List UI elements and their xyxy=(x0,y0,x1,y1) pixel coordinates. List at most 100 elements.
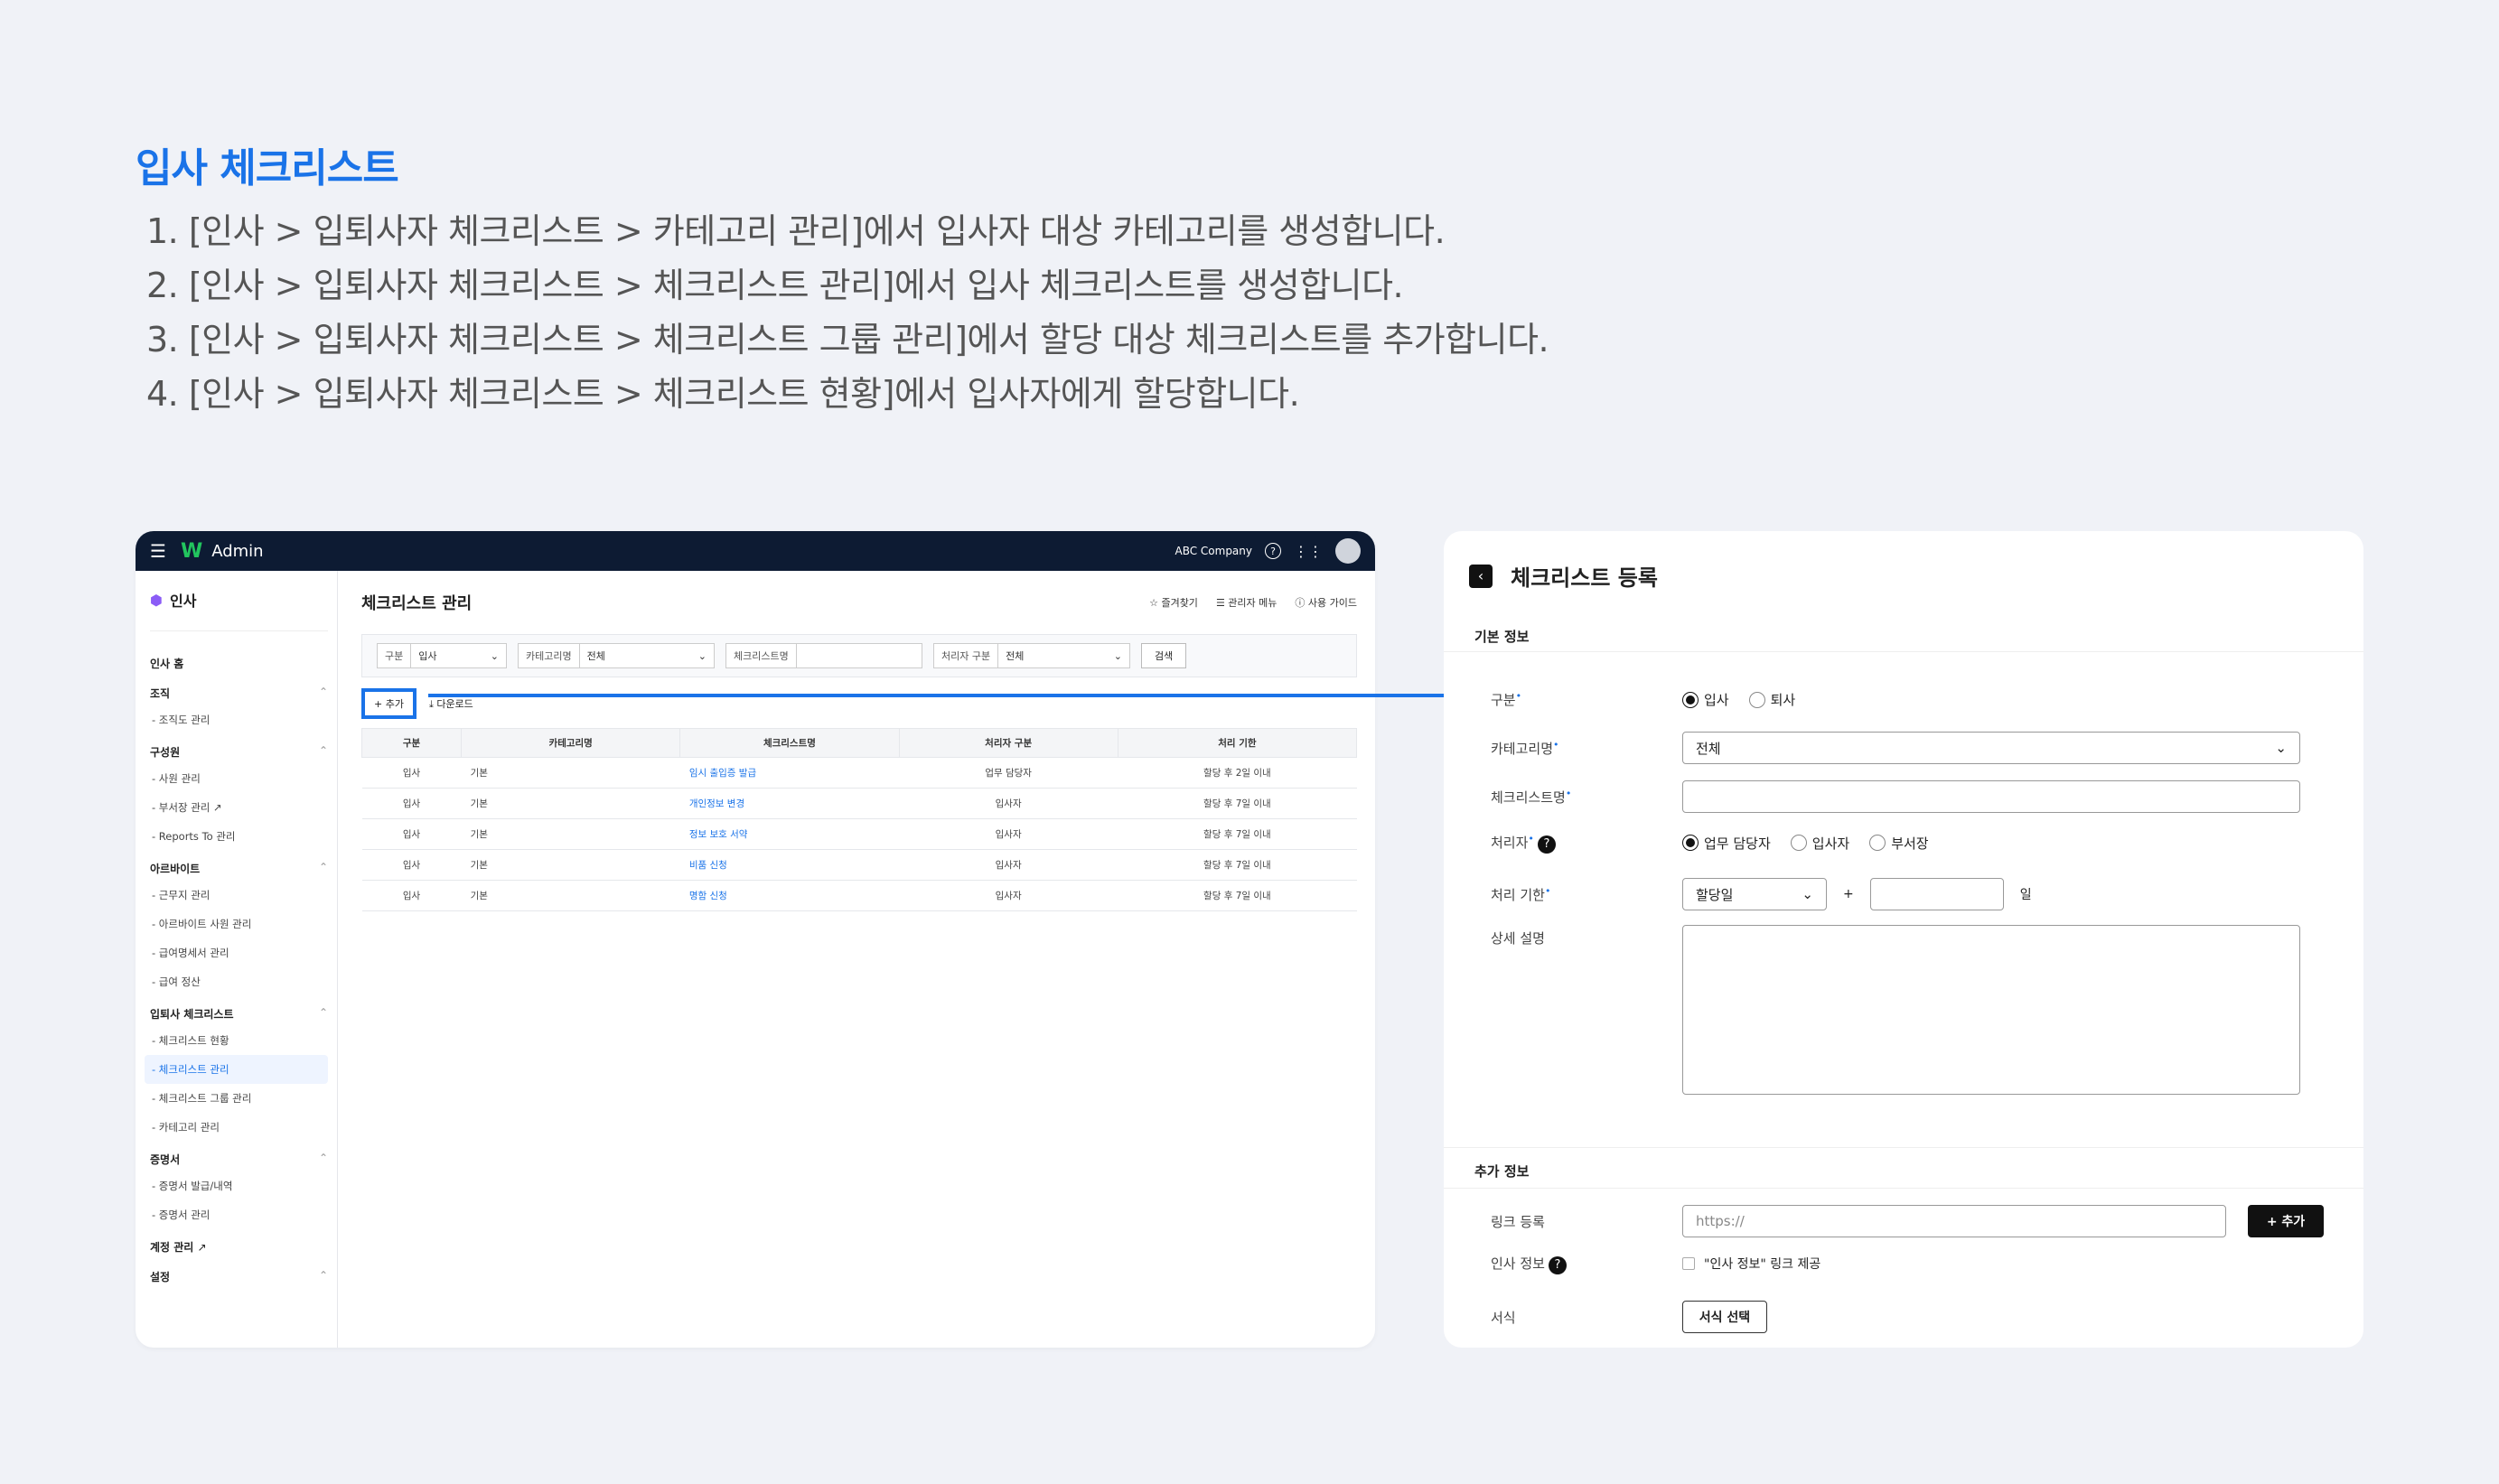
sidebar-brand-label: 인사 xyxy=(169,593,197,610)
page-title: 체크리스트 관리 xyxy=(361,594,473,613)
checklist-name-filter[interactable]: 체크리스트명 xyxy=(725,643,922,668)
download-button[interactable]: ⤓ 다운로드 xyxy=(429,696,473,711)
sidebar-item[interactable]: - 증명서 관리 xyxy=(150,1200,328,1229)
table-row[interactable]: 입사 기본 개인정보 변경 입사자 할당 후 7일 이내 xyxy=(361,788,1357,819)
checklist-link[interactable]: 명함 신청 xyxy=(679,880,900,911)
day-unit: 일 xyxy=(2019,888,2032,902)
help-icon[interactable]: ? xyxy=(1265,543,1281,559)
sidebar-item[interactable]: - Reports To 관리 xyxy=(150,822,328,851)
sidebar-item[interactable]: - 아르바이트 사원 관리 xyxy=(150,910,328,938)
checklist-link[interactable]: 정보 보호 서약 xyxy=(679,818,900,850)
back-icon[interactable]: ‹ xyxy=(1469,564,1493,588)
sidebar-item[interactable]: - 체크리스트 그룹 관리 xyxy=(150,1084,328,1113)
sidebar-group-parttime[interactable]: 아르바이트 ⌃ xyxy=(150,856,328,881)
type-radio-join[interactable]: 입사 xyxy=(1682,690,1729,709)
guide-step: 4. [인사 > 입퇴사자 체크리스트 > 체크리스트 현황]에서 입사자에게 … xyxy=(146,374,1300,414)
name-row: 체크리스트명• xyxy=(1491,780,2300,813)
handler-radio-staff[interactable]: 업무 담당자 xyxy=(1682,834,1771,853)
chevron-down-icon: ⌄ xyxy=(697,649,707,662)
table-row[interactable]: 입사 기본 비품 신청 입사자 할당 후 7일 이내 xyxy=(361,849,1357,881)
sidebar-item-home[interactable]: 인사 홈 xyxy=(150,651,328,676)
hr-info-row: 인사 정보? "인사 정보" 링크 제공 xyxy=(1491,1254,1820,1274)
avatar[interactable] xyxy=(1335,538,1361,564)
column-header: 구분 xyxy=(360,728,463,758)
sidebar-item[interactable]: - 부서장 관리 ↗ xyxy=(150,793,328,822)
category-select[interactable]: 전체 ⌄ xyxy=(1682,732,2300,764)
sidebar-group-members[interactable]: 구성원 ⌃ xyxy=(150,740,328,764)
guide-block: 입사 체크리스트 1. [인사 > 입퇴사자 체크리스트 > 카테고리 관리]에… xyxy=(136,135,1549,421)
add-button[interactable]: + 추가 xyxy=(361,688,416,719)
handler-radio-manager[interactable]: 부서장 xyxy=(1869,834,1929,853)
column-header: 처리자 구분 xyxy=(898,728,1118,758)
main-content: 체크리스트 관리 ☆ 즐겨찾기 ☰ 관리자 메뉴 ⓘ 사용 가이드 구분 입사 ⌄… xyxy=(338,571,1375,1348)
sidebar-brand[interactable]: ⬢ 인사 xyxy=(150,589,328,631)
logo-icon: W xyxy=(180,539,203,563)
company-name[interactable]: ABC Company xyxy=(1175,545,1252,557)
table-row[interactable]: 입사 기본 임시 출입증 발급 업무 담당자 할당 후 2일 이내 xyxy=(361,757,1357,789)
sidebar-group-checklist[interactable]: 입퇴사 체크리스트 ⌃ xyxy=(150,1002,328,1026)
sidebar-item[interactable]: - 급여명세서 관리 xyxy=(150,938,328,967)
help-icon[interactable]: ? xyxy=(1548,1255,1567,1274)
sidebar-group-cert[interactable]: 증명서 ⌃ xyxy=(150,1147,328,1171)
guide-step: 3. [인사 > 입퇴사자 체크리스트 > 체크리스트 그룹 관리]에서 할당 … xyxy=(146,320,1549,359)
sidebar-item[interactable]: - 조직도 관리 xyxy=(150,705,328,734)
table-row[interactable]: 입사 기본 명함 신청 입사자 할당 후 7일 이내 xyxy=(361,880,1357,911)
favorite-link[interactable]: ☆ 즐겨찾기 xyxy=(1149,595,1198,610)
extra-info-section: 추가 정보 xyxy=(1444,1147,2363,1189)
sidebar-item[interactable]: - 체크리스트 현황 xyxy=(150,1026,328,1055)
chevron-down-icon: ⌄ xyxy=(1802,886,1813,902)
deadline-select[interactable]: 할당일 ⌄ xyxy=(1682,878,1827,910)
checklist-register-panel: ‹ 체크리스트 등록 기본 정보 구분• 입사 퇴사 카테고리명• 전체 ⌄ 체크… xyxy=(1444,531,2363,1348)
type-filter[interactable]: 구분 입사 ⌄ xyxy=(377,643,507,668)
sidebar-item-account[interactable]: 계정 관리 ↗ xyxy=(150,1235,328,1259)
checklist-link[interactable]: 비품 신청 xyxy=(679,849,900,881)
sidebar-item-active[interactable]: - 체크리스트 관리 xyxy=(145,1055,328,1084)
handler-filter[interactable]: 처리자 구분 전체 ⌄ xyxy=(933,643,1130,668)
plus-sign: + xyxy=(1843,887,1854,901)
handler-radio-newhire[interactable]: 입사자 xyxy=(1790,834,1849,853)
chevron-down-icon: ⌄ xyxy=(490,649,499,662)
category-row: 카테고리명• 전체 ⌄ xyxy=(1491,732,2300,764)
sidebar-item[interactable]: - 급여 정산 xyxy=(150,967,328,996)
menu-icon[interactable]: ☰ xyxy=(150,540,166,562)
type-radio-leave[interactable]: 퇴사 xyxy=(1748,690,1795,709)
guide-step: 2. [인사 > 입퇴사자 체크리스트 > 체크리스트 관리]에서 입사 체크리… xyxy=(146,266,1404,305)
admin-menu-link[interactable]: ☰ 관리자 메뉴 xyxy=(1216,595,1277,610)
table-row[interactable]: 입사 기본 정보 보호 서약 입사자 할당 후 7일 이내 xyxy=(361,818,1357,850)
column-header: 처리 기한 xyxy=(1117,728,1358,758)
search-button[interactable]: 검색 xyxy=(1141,643,1187,668)
checklist-link[interactable]: 개인정보 변경 xyxy=(679,788,900,819)
chevron-up-icon: ⌃ xyxy=(318,744,328,757)
filter-bar: 구분 입사 ⌄ 카테고리명 전체 ⌄ 체크리스트명 처리자 구분 전체 ⌄ 검색 xyxy=(361,634,1357,677)
description-textarea[interactable] xyxy=(1682,925,2300,1095)
guide-title: 입사 체크리스트 xyxy=(136,145,399,191)
chevron-up-icon: ⌃ xyxy=(318,1152,328,1164)
checklist-link[interactable]: 임시 출입증 발급 xyxy=(679,757,900,789)
apps-grid-icon[interactable]: ⋮⋮ xyxy=(1294,543,1323,560)
sidebar-item[interactable]: - 사원 관리 xyxy=(150,764,328,793)
hr-info-checkbox[interactable] xyxy=(1682,1257,1695,1271)
template-select-button[interactable]: 서식 선택 xyxy=(1682,1301,1767,1333)
checklist-name-input[interactable] xyxy=(1682,780,2300,813)
template-row: 서식 서식 선택 xyxy=(1491,1301,1767,1333)
category-filter[interactable]: 카테고리명 전체 ⌄ xyxy=(518,643,715,668)
user-guide-link[interactable]: ⓘ 사용 가이드 xyxy=(1295,595,1357,610)
external-link-icon: ↗ xyxy=(197,1241,207,1254)
sidebar-group-org[interactable]: 조직 ⌃ xyxy=(150,681,328,705)
sidebar-group-settings[interactable]: 설정 ⌃ xyxy=(150,1265,328,1289)
link-add-button[interactable]: + 추가 xyxy=(2248,1205,2324,1237)
help-icon[interactable]: ? xyxy=(1537,835,1556,854)
form-title: 체크리스트 등록 xyxy=(1511,565,1658,591)
connector-line xyxy=(428,694,1446,697)
sidebar-item[interactable]: - 증명서 발급/내역 xyxy=(150,1171,328,1200)
hr-info-checkbox-label: "인사 정보" 링크 제공 xyxy=(1704,1257,1821,1273)
sidebar-item[interactable]: - 근무지 관리 xyxy=(150,881,328,910)
top-bar: ☰ W Admin ABC Company ? ⋮⋮ xyxy=(136,531,1375,571)
deadline-days-input[interactable] xyxy=(1869,878,2004,910)
link-input[interactable]: https:// xyxy=(1682,1205,2226,1237)
sidebar-item[interactable]: - 카테고리 관리 xyxy=(150,1113,328,1142)
handler-row: 처리자•? 업무 담당자 입사자 부서장 xyxy=(1491,833,1929,854)
type-row: 구분• 입사 퇴사 xyxy=(1491,690,1796,709)
basic-info-section: 기본 정보 xyxy=(1444,621,2363,652)
sidebar: ⬢ 인사 인사 홈 조직 ⌃ - 조직도 관리 구성원 ⌃ - 사원 관리 - 부서… xyxy=(136,571,338,1348)
